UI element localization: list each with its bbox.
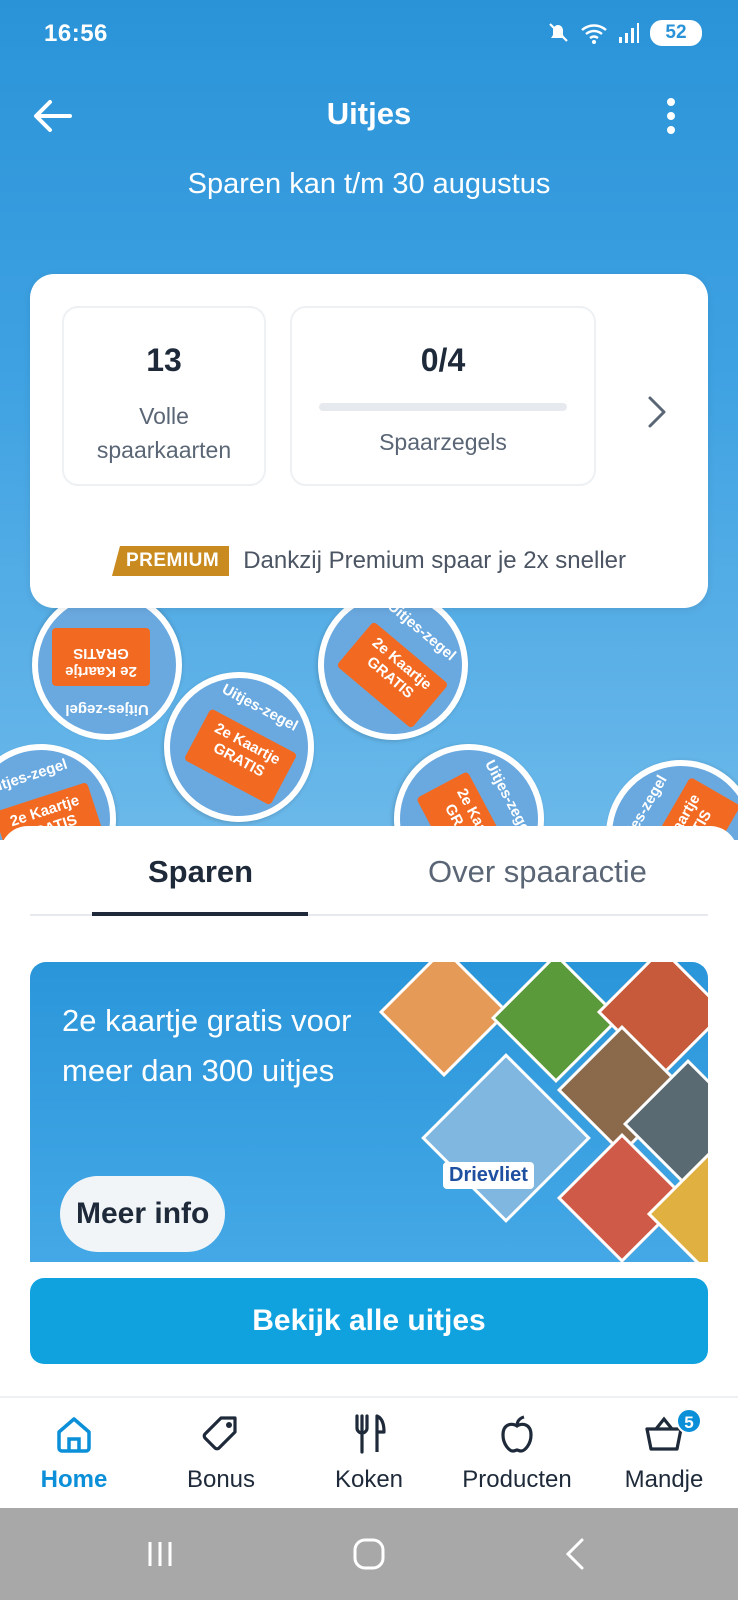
park-logo-label: Drievliet bbox=[443, 1162, 534, 1189]
promo-banner[interactable]: 2e kaartje gratis voor meer dan 300 uitj… bbox=[30, 962, 708, 1262]
app-bar: Uitjes bbox=[0, 84, 738, 148]
stamp-decoration: Uitjes-zegel 2e KaartjeGRATIS bbox=[32, 590, 182, 740]
stamps-tile: 0/4 Spaarzegels bbox=[290, 306, 596, 486]
nav-label: Bonus bbox=[186, 1466, 256, 1493]
home-icon bbox=[57, 1417, 91, 1453]
active-tab-indicator bbox=[92, 912, 308, 916]
nav-label: Mandje bbox=[624, 1466, 704, 1493]
page-title: Uitjes bbox=[326, 96, 412, 131]
cutlery-icon bbox=[355, 1414, 386, 1454]
wifi-icon bbox=[581, 24, 607, 44]
premium-text: Dankzij Premium spaar je 2x sneller bbox=[243, 547, 627, 574]
back-button-icon[interactable] bbox=[546, 1532, 606, 1576]
stamp-decoration: Uitjes-zegel 2e KaartjeGRATIS bbox=[0, 724, 136, 840]
nav-bonus[interactable]: Bonus bbox=[147, 1412, 295, 1494]
tab-bar: Sparen Over spaaractie bbox=[30, 826, 708, 916]
meer-info-button[interactable]: Meer info bbox=[60, 1176, 226, 1252]
full-cards-count: 13 bbox=[146, 342, 182, 378]
full-cards-tile: 13 Volle spaarkaarten bbox=[62, 306, 266, 486]
stamps-count: 0/4 bbox=[420, 342, 466, 378]
nav-mandje[interactable]: 5 Mandje bbox=[590, 1408, 738, 1494]
attractions-collage bbox=[378, 962, 708, 1262]
promo-headline: 2e kaartje gratis voor meer dan 300 uitj… bbox=[62, 1003, 352, 1088]
attraction-image bbox=[378, 962, 510, 1078]
savings-summary-card[interactable]: 13 Volle spaarkaarten 0/4 Spaarzegels PRE… bbox=[30, 274, 708, 608]
status-bar: 16:56 52 bbox=[0, 0, 738, 70]
status-time: 16:56 bbox=[44, 20, 108, 47]
stamp-decoration: Uitjes-zegel 2e KaartjeGRATIS bbox=[578, 732, 738, 840]
nav-home[interactable]: Home bbox=[0, 1412, 148, 1494]
apple-icon bbox=[501, 1415, 533, 1453]
battery-indicator: 52 bbox=[650, 20, 702, 46]
premium-row: PREMIUM Dankzij Premium spaar je 2x snel… bbox=[30, 546, 708, 576]
campaign-period: Sparen kan t/m 30 augustus bbox=[187, 168, 551, 200]
stamps-progress-bar bbox=[319, 403, 567, 411]
premium-badge: PREMIUM bbox=[111, 546, 230, 576]
nav-label: Home bbox=[40, 1466, 108, 1493]
system-navigation-bar bbox=[0, 1508, 738, 1600]
tab-over-spaaractie[interactable]: Over spaaractie bbox=[428, 854, 647, 890]
nav-producten[interactable]: Producten bbox=[443, 1412, 591, 1494]
status-icons: 52 bbox=[546, 20, 702, 46]
stamps-label: Spaarzegels bbox=[379, 429, 507, 455]
stamp-ring-text: Uitjes-zegel bbox=[65, 701, 149, 718]
bottom-navigation: Home Bonus Koken Producten 5 Mandje bbox=[0, 1396, 738, 1508]
nav-label: Producten bbox=[462, 1466, 572, 1493]
nav-koken[interactable]: Koken bbox=[295, 1412, 443, 1494]
chevron-right-icon[interactable] bbox=[642, 392, 670, 432]
tab-sparen[interactable]: Sparen bbox=[148, 854, 253, 890]
recent-apps-icon[interactable] bbox=[130, 1532, 190, 1576]
more-options-icon[interactable] bbox=[656, 96, 686, 136]
home-button-icon[interactable] bbox=[339, 1532, 399, 1576]
signal-icon bbox=[619, 23, 639, 43]
full-cards-label: Volle spaarkaarten bbox=[96, 403, 232, 463]
tag-icon bbox=[202, 1416, 237, 1451]
view-all-outings-button[interactable]: Bekijk alle uitjes bbox=[30, 1278, 708, 1364]
mute-icon bbox=[549, 23, 568, 42]
stamp-ticket: 2e KaartjeGRATIS bbox=[52, 628, 150, 686]
cart-count-badge: 5 bbox=[676, 1408, 702, 1434]
nav-label: Koken bbox=[334, 1466, 404, 1493]
